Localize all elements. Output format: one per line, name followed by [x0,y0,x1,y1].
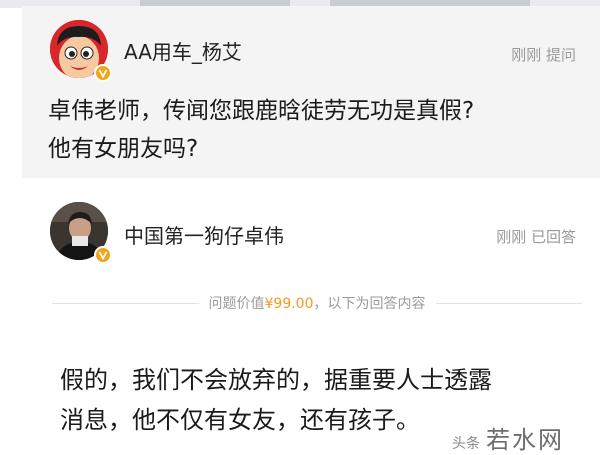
question-meta: 刚刚 提问 [511,44,576,65]
question-user-name[interactable]: AA用车_杨艾 [124,36,242,65]
price-divider: 问题价值¥99.00，以下为回答内容 [52,292,582,314]
question-text: 卓伟老师，传闻您跟鹿晗徒劳无功是真假? 他有女朋友吗? [48,92,588,168]
answer-line-1: 假的，我们不会放弃的，据重要人士透露 [60,366,492,394]
question-line-1: 卓伟老师，传闻您跟鹿晗徒劳无功是真假? [48,98,475,124]
answer-status: 已回答 [530,228,576,246]
answer-meta: 刚刚 已回答 [496,226,576,247]
price-info: 问题价值¥99.00，以下为回答内容 [209,293,426,313]
question-time: 刚刚 [511,46,542,64]
watermark-small-text: 头条 [452,436,480,452]
price-prefix: 问题价值 [208,296,265,312]
watermark-brand-text: 若水网 [486,426,564,454]
verified-badge-icon [94,246,112,264]
question-card: AA用车_杨艾 刚刚 提问 卓伟老师，传闻您跟鹿晗徒劳无功是真假? 他有女朋友吗… [22,6,600,178]
price-value: ¥99.00 [264,296,314,312]
answer-time: 刚刚 [496,228,527,246]
answer-user-name[interactable]: 中国第一狗仔卓伟 [124,220,284,249]
verified-badge-icon [94,64,112,82]
question-status: 提问 [545,46,576,64]
watermark: 头条 若水网 [452,420,564,454]
question-line-2: 他有女朋友吗? [48,136,199,162]
price-suffix: ，以下为回答内容 [313,296,426,312]
divider-line-right [435,302,582,304]
divider-line-left [52,302,199,304]
answer-card: 中国第一狗仔卓伟 刚刚 已回答 问题价值¥99.00，以下为回答内容 假的，我们… [22,180,600,455]
